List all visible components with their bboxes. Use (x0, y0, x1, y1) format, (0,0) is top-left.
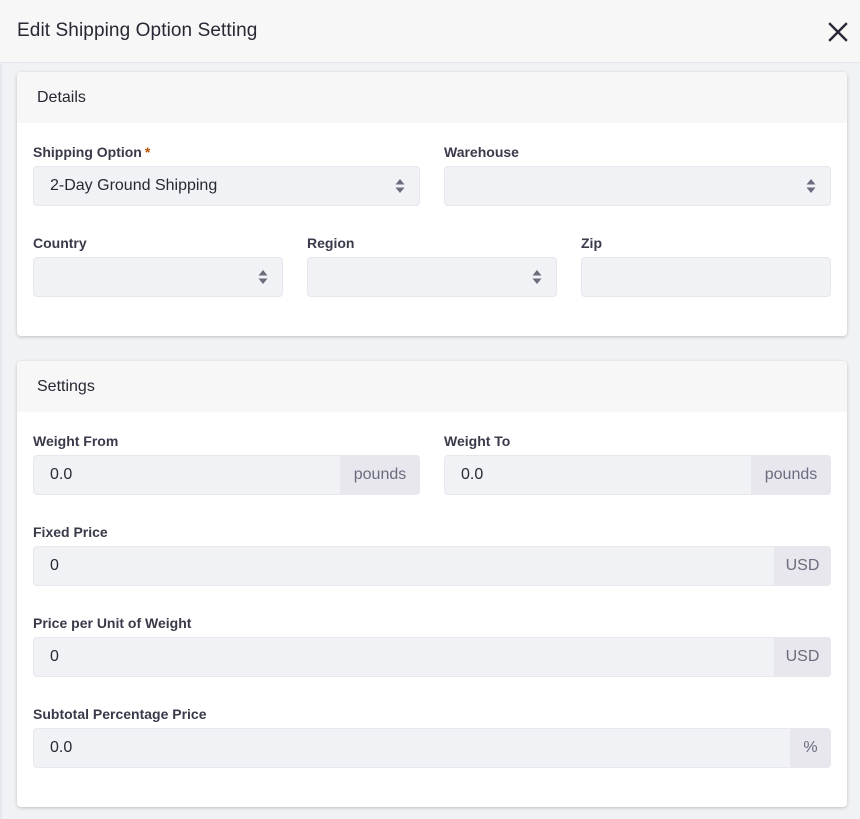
price-per-unit-weight-label: Price per Unit of Weight (33, 615, 192, 631)
zip-input[interactable] (581, 257, 831, 297)
fixed-price-value: 0 (50, 557, 59, 574)
select-arrows-icon (395, 179, 405, 193)
country-label: Country (33, 235, 87, 251)
country-select[interactable] (33, 257, 283, 297)
warehouse-label: Warehouse (444, 144, 519, 160)
region-select[interactable] (307, 257, 557, 297)
weight-to-unit: pounds (751, 455, 831, 495)
weight-from-unit: pounds (340, 455, 420, 495)
warehouse-select[interactable] (444, 166, 831, 206)
shipping-option-label: Shipping Option * (33, 144, 150, 160)
weight-to-input[interactable]: 0.0 pounds (444, 455, 831, 495)
fixed-price-input[interactable]: 0 USD (33, 546, 831, 586)
shipping-option-value: 2-Day Ground Shipping (50, 177, 218, 194)
weight-from-value: 0.0 (50, 466, 73, 483)
close-button[interactable] (826, 20, 850, 44)
details-panel: Details Shipping Option * 2-Day Ground Sh… (17, 72, 847, 336)
subtotal-percentage-price-label: Subtotal Percentage Price (33, 706, 207, 722)
required-mark: * (144, 144, 151, 160)
price-per-unit-weight-value: 0 (50, 648, 59, 665)
settings-panel-title: Settings (37, 378, 95, 395)
settings-panel: Settings Weight From 0.0 pounds Weight T… (17, 361, 847, 807)
subtotal-percentage-price-input[interactable]: 0.0 % (33, 728, 831, 768)
weight-to-label: Weight To (444, 433, 511, 449)
region-label: Region (307, 235, 355, 251)
close-icon (828, 22, 848, 42)
fixed-price-label: Fixed Price (33, 524, 108, 540)
details-panel-title: Details (37, 89, 86, 106)
price-per-unit-weight-unit: USD (774, 637, 831, 677)
weight-from-label: Weight From (33, 433, 119, 449)
settings-panel-header: Settings (17, 361, 847, 412)
shipping-option-label-text: Shipping Option (33, 144, 142, 160)
price-per-unit-weight-input[interactable]: 0 USD (33, 637, 831, 677)
select-arrows-icon (532, 270, 542, 284)
modal-header: Edit Shipping Option Setting (0, 0, 860, 63)
subtotal-percentage-price-unit: % (790, 728, 831, 768)
select-arrows-icon (806, 179, 816, 193)
fixed-price-unit: USD (774, 546, 831, 586)
details-panel-header: Details (17, 72, 847, 123)
weight-to-value: 0.0 (461, 466, 484, 483)
modal-title: Edit Shipping Option Setting (17, 20, 258, 41)
weight-from-input[interactable]: 0.0 pounds (33, 455, 420, 495)
select-arrows-icon (258, 270, 268, 284)
zip-label: Zip (581, 235, 602, 251)
backdrop-edge (0, 64, 2, 819)
shipping-option-select[interactable]: 2-Day Ground Shipping (33, 166, 420, 206)
subtotal-percentage-price-value: 0.0 (50, 739, 73, 756)
